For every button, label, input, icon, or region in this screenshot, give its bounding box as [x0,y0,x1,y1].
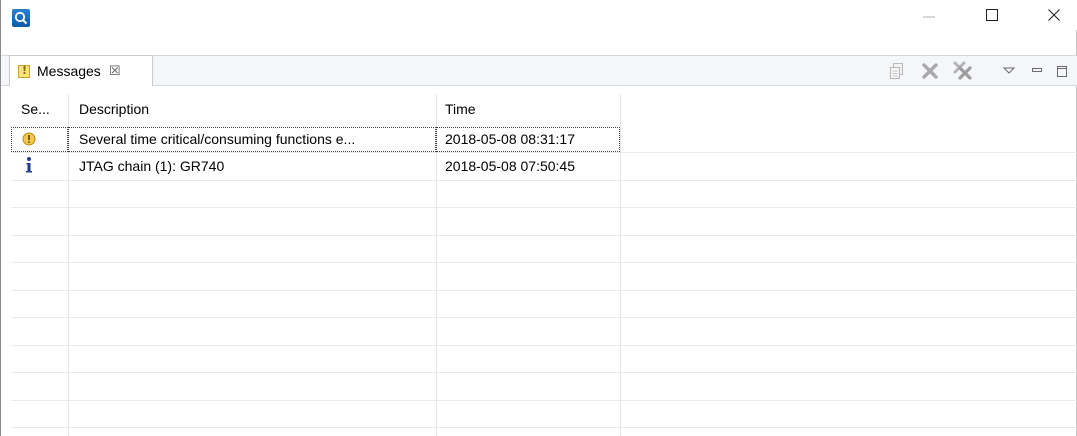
table-row[interactable]: JTAG chain (1): GR740 2018-05-08 07:50:4… [11,153,1077,180]
copy-button[interactable] [889,62,905,80]
info-icon [21,157,37,173]
row-divider [11,400,1077,401]
row-divider [11,317,1077,318]
row-divider [11,290,1077,291]
table-row[interactable]: Several time critical/consuming function… [11,126,1077,153]
row-divider [11,207,1077,208]
view-menu-button[interactable] [1002,62,1016,80]
title-bar [1,0,1077,30]
view-tab-bar: Messages ☒ [1,55,1077,86]
tab-messages[interactable]: Messages ☒ [9,55,153,86]
column-header-time[interactable]: Time [436,94,620,125]
row-divider [11,180,1077,181]
minimize-view-button[interactable] [1030,62,1044,80]
remove-all-icon [953,61,972,80]
minimize-icon [923,16,935,18]
minimize-button[interactable] [906,0,952,30]
maximize-view-button[interactable] [1055,62,1069,80]
remove-button[interactable] [921,62,939,80]
search-app-icon [12,9,30,27]
row-divider [11,427,1077,428]
remove-icon [922,63,938,79]
row-description: Several time critical/consuming function… [79,131,356,147]
messages-table: Se... Description Time Several time crit… [1,94,1077,436]
row-divider [11,235,1077,236]
row-time: 2018-05-08 07:50:45 [445,158,575,174]
view-menu-icon [1002,67,1016,74]
maximize-button[interactable] [969,0,1015,30]
row-divider [11,262,1077,263]
focus-outline [11,127,68,152]
warning-icon [21,131,37,147]
close-button[interactable] [1031,0,1077,30]
tab-messages-label: Messages [37,63,101,79]
column-header-description[interactable]: Description [68,94,436,125]
messages-window: Messages ☒ [0,0,1077,436]
close-icon [1048,9,1060,21]
maximize-icon [986,9,998,21]
table-header: Se... Description Time [1,94,1077,125]
remove-all-button[interactable] [951,61,975,80]
column-header-severity[interactable]: Se... [11,94,68,125]
tab-close-icon[interactable]: ☒ [109,63,121,79]
row-description: JTAG chain (1): GR740 [79,158,225,174]
row-divider [11,372,1077,373]
maximize-view-icon [1057,66,1067,77]
warning-tab-icon [18,64,30,78]
copy-icon [890,63,903,79]
row-divider [11,345,1077,346]
minimize-view-icon [1032,68,1042,72]
row-time: 2018-05-08 08:31:17 [445,131,575,147]
